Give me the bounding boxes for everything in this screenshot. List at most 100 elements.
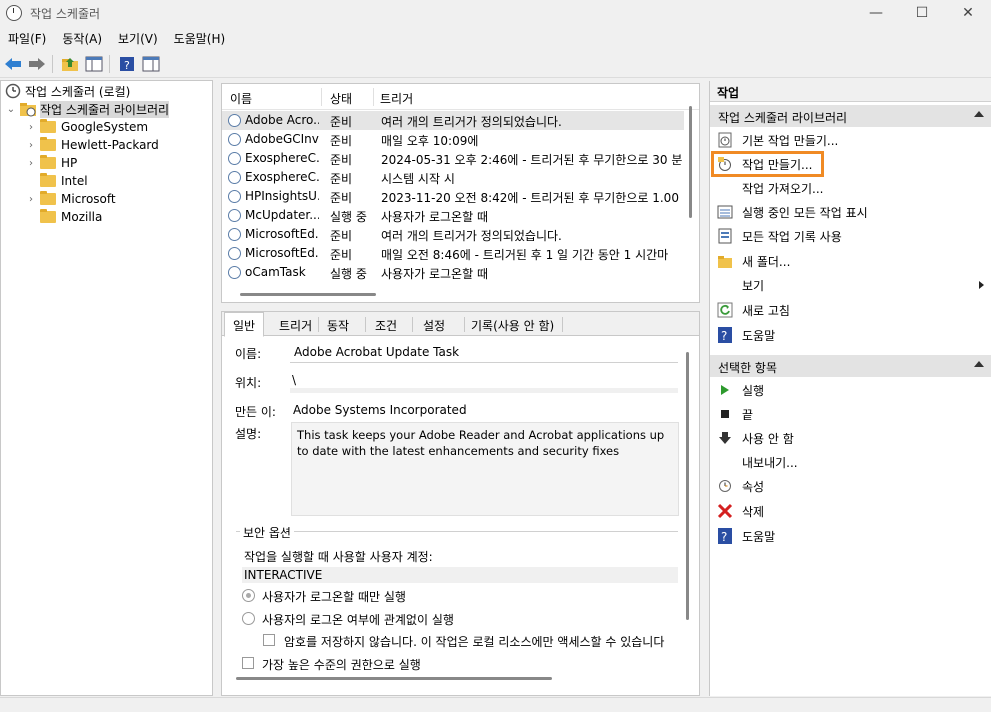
task-row[interactable]: ExosphereC... 준비 시스템 시작 시 bbox=[222, 168, 684, 187]
chevron-right-icon[interactable]: › bbox=[25, 194, 37, 205]
column-header-status[interactable]: 상태 bbox=[330, 90, 352, 107]
action-properties[interactable]: 속성 bbox=[710, 475, 991, 497]
action-delete[interactable]: 삭제 bbox=[710, 500, 991, 522]
task-name: HPInsightsU... bbox=[245, 189, 319, 203]
tree-folder-label: HP bbox=[61, 156, 78, 170]
horizontal-scrollbar[interactable] bbox=[236, 677, 552, 680]
help-button[interactable]: ? bbox=[116, 53, 138, 75]
tree-folder[interactable]: › Hewlett-Packard bbox=[25, 136, 159, 154]
vertical-scrollbar[interactable] bbox=[689, 106, 692, 218]
task-row[interactable]: McUpdater... 실행 중 사용자가 로그온할 때 bbox=[222, 206, 684, 225]
action-new-folder[interactable]: 새 폴더... bbox=[710, 250, 991, 272]
maximize-button[interactable]: ☐ bbox=[899, 0, 945, 26]
menu-help[interactable]: 도움말(H) bbox=[166, 30, 234, 47]
no-icon bbox=[717, 454, 733, 470]
tab-actions[interactable]: 동작 bbox=[327, 317, 349, 334]
column-divider[interactable] bbox=[373, 88, 374, 106]
section-library[interactable]: 작업 스케줄러 라이브러리 bbox=[710, 105, 991, 127]
tree-folder[interactable]: › Microsoft bbox=[25, 190, 116, 208]
chevron-down-icon[interactable]: ⌄ bbox=[5, 104, 17, 115]
action-import-task[interactable]: 작업 가져오기... bbox=[710, 177, 991, 199]
stop-icon bbox=[717, 406, 733, 422]
task-row[interactable]: AdobeGCInv... 준비 매일 오후 10:09에 bbox=[222, 130, 684, 149]
task-row[interactable]: oCamTask 실행 중 사용자가 로그온할 때 bbox=[222, 263, 684, 282]
run-as-field[interactable]: INTERACTIVE bbox=[242, 567, 678, 583]
column-header-name[interactable]: 이름 bbox=[230, 90, 252, 107]
description-field[interactable]: This task keeps your Adobe Reader and Ac… bbox=[291, 422, 679, 516]
collapse-icon[interactable] bbox=[974, 111, 984, 117]
running-tasks-icon bbox=[717, 204, 733, 220]
play-icon bbox=[717, 382, 733, 398]
collapse-icon[interactable] bbox=[974, 361, 984, 367]
action-end[interactable]: 끝 bbox=[710, 403, 991, 425]
tree-folder[interactable]: Mozilla bbox=[25, 208, 102, 226]
status-bar bbox=[0, 697, 991, 712]
action-create-basic-task[interactable]: 기본 작업 만들기... bbox=[710, 129, 991, 151]
action-help[interactable]: ? 도움말 bbox=[710, 324, 991, 346]
checkbox-highest-privileges-label: 가장 높은 수준의 권한으로 실행 bbox=[262, 658, 421, 672]
tab-triggers[interactable]: 트리거 bbox=[279, 317, 312, 334]
task-row[interactable]: MicrosoftEd... 준비 매일 오전 8:46에 - 트리거된 후 1 일… bbox=[222, 244, 684, 263]
menu-file[interactable]: 파일(F) bbox=[0, 30, 54, 47]
tree-folder[interactable]: › HP bbox=[25, 154, 77, 172]
up-folder-button[interactable] bbox=[59, 53, 81, 75]
checkbox-highest-privileges[interactable] bbox=[242, 657, 254, 669]
horizontal-scrollbar[interactable] bbox=[240, 293, 376, 296]
task-clock-icon bbox=[228, 266, 241, 279]
task-row[interactable]: ExosphereC... 준비 2024-05-31 오후 2:46에 - 트리거… bbox=[222, 149, 684, 168]
help-icon: ? bbox=[120, 56, 134, 72]
tree-folder[interactable]: Intel bbox=[25, 172, 88, 190]
show-action-pane-button[interactable] bbox=[140, 53, 162, 75]
action-enable-all-history[interactable]: 모든 작업 기록 사용 bbox=[710, 225, 991, 247]
action-run[interactable]: 실행 bbox=[710, 379, 991, 401]
tab-history[interactable]: 기록(사용 안 함) bbox=[471, 317, 554, 334]
author-field[interactable]: Adobe Systems Incorporated bbox=[290, 403, 678, 420]
tree-root[interactable]: 작업 스케줄러 (로컬) bbox=[5, 82, 130, 100]
action-export[interactable]: 내보내기... bbox=[710, 451, 991, 473]
menu-view[interactable]: 보기(V) bbox=[110, 30, 166, 47]
task-row[interactable]: MicrosoftEd... 준비 여러 개의 트리거가 정의되었습니다. bbox=[222, 225, 684, 244]
tree-folder[interactable]: › GoogleSystem bbox=[25, 118, 148, 136]
toolbar: ? bbox=[0, 50, 991, 78]
chevron-right-icon[interactable]: › bbox=[25, 122, 37, 133]
svg-text:?: ? bbox=[124, 59, 130, 72]
menu-bar: 파일(F) 동작(A) 보기(V) 도움말(H) bbox=[0, 26, 991, 50]
menu-action[interactable]: 동작(A) bbox=[54, 30, 110, 47]
task-row[interactable]: HPInsightsU... 준비 2023-11-20 오전 8:42에 - 트리… bbox=[222, 187, 684, 206]
radio-run-logged-on-only[interactable] bbox=[242, 589, 255, 602]
column-header-trigger[interactable]: 트리거 bbox=[380, 90, 413, 107]
column-divider[interactable] bbox=[321, 88, 322, 106]
action-help-selected[interactable]: ? 도움말 bbox=[710, 525, 991, 547]
action-disable[interactable]: 사용 안 함 bbox=[710, 427, 991, 449]
action-refresh[interactable]: 새로 고침 bbox=[710, 299, 991, 321]
forward-button[interactable] bbox=[26, 53, 48, 75]
actions-pane-title: 작업 bbox=[710, 81, 991, 102]
checkbox-do-not-store-password[interactable] bbox=[263, 634, 275, 646]
radio-run-whether-logged-on[interactable] bbox=[242, 612, 255, 625]
run-as-label: 작업을 실행할 때 사용할 사용자 계정: bbox=[244, 550, 433, 564]
section-selected-item[interactable]: 선택한 항목 bbox=[710, 355, 991, 377]
show-hide-tree-button[interactable] bbox=[83, 53, 105, 75]
clock-icon bbox=[6, 5, 22, 21]
action-display-running-tasks[interactable]: 실행 중인 모든 작업 표시 bbox=[710, 201, 991, 223]
name-field[interactable]: Adobe Acrobat Update Task bbox=[290, 345, 678, 363]
task-row[interactable]: Adobe Acro... 준비 여러 개의 트리거가 정의되었습니다. bbox=[222, 111, 684, 130]
task-trigger: 여러 개의 트리거가 정의되었습니다. bbox=[381, 115, 562, 129]
chevron-right-icon[interactable]: › bbox=[25, 158, 37, 169]
tree-folder-label: GoogleSystem bbox=[61, 120, 149, 134]
tab-general[interactable]: 일반 bbox=[224, 312, 265, 337]
action-view[interactable]: 보기 bbox=[710, 274, 991, 296]
minimize-button[interactable]: — bbox=[853, 0, 899, 26]
close-button[interactable]: ✕ bbox=[945, 0, 991, 26]
location-field[interactable]: \ bbox=[290, 373, 678, 393]
action-label: 삭제 bbox=[742, 504, 765, 519]
tab-settings[interactable]: 설정 bbox=[423, 317, 445, 334]
tree-library[interactable]: ⌄ 작업 스케줄러 라이브러리 bbox=[5, 100, 170, 118]
properties-clock-icon bbox=[717, 478, 733, 494]
task-detail: 일반 트리거 동작 조건 설정 기록(사용 안 함) 이름: Adobe Acr… bbox=[221, 311, 700, 696]
vertical-scrollbar[interactable] bbox=[686, 352, 689, 620]
tab-conditions[interactable]: 조건 bbox=[375, 317, 397, 334]
back-button[interactable] bbox=[2, 53, 24, 75]
chevron-right-icon[interactable]: › bbox=[25, 140, 37, 151]
action-label: 도움말 bbox=[742, 328, 776, 343]
